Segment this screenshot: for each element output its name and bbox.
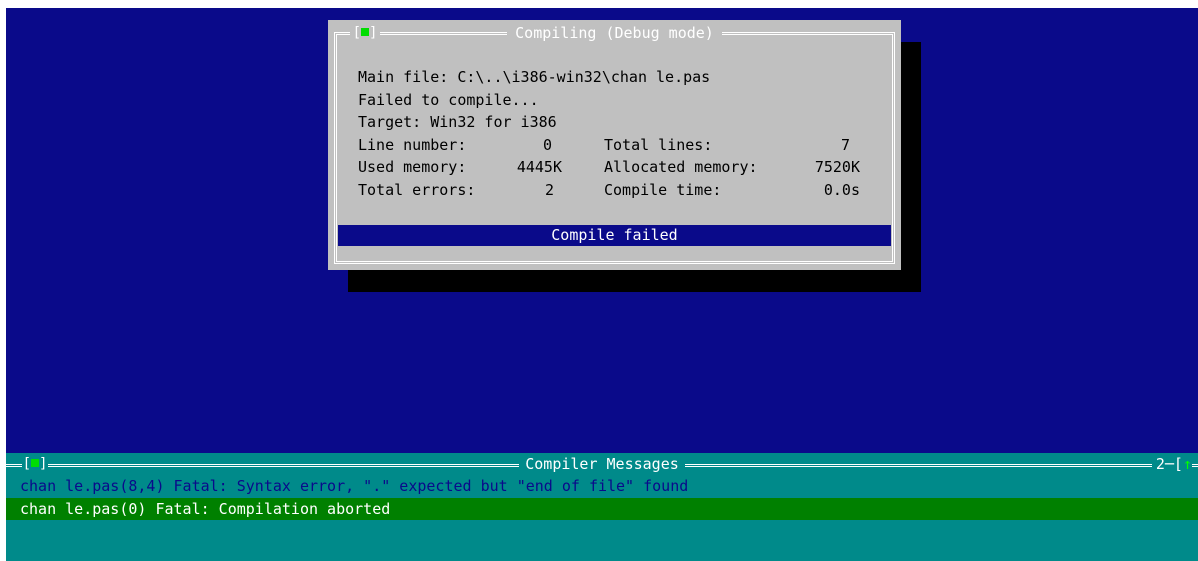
line-stats-row: Line number: 0 Total lines: 7 [358, 134, 868, 157]
panel-title: Compiler Messages [6, 453, 1198, 475]
dialog-close-button[interactable]: [] [350, 24, 380, 42]
used-memory-label: Used memory: [358, 158, 467, 176]
close-icon [31, 459, 39, 467]
compile-time-value: 0.0s [823, 180, 860, 199]
compiler-messages-panel[interactable]: Compiler Messages [] 2─[↑ chan le.pas(8,… [6, 453, 1198, 561]
main-file-line: Main file: C:\..\i386-win32\chan le.pas [358, 68, 711, 86]
allocated-memory-label: Allocated memory: [604, 158, 758, 176]
allocated-memory-value: 7520K [814, 158, 860, 176]
compiling-dialog: Compiling (Debug mode) [] Main file: C:\… [328, 20, 901, 270]
message-line[interactable]: chan le.pas(8,4) Fatal: Syntax error, ".… [6, 475, 1198, 497]
dialog-title: Compiling (Debug mode) [328, 23, 901, 43]
total-errors-label: Total errors: [358, 180, 476, 199]
compile-info: Main file: C:\..\i386-win32\chan le.pas … [358, 66, 868, 201]
used-memory-value: 4445K [516, 158, 562, 176]
scroll-up-icon[interactable]: ↑ [1183, 455, 1192, 473]
total-lines-label: Total lines: [604, 135, 713, 154]
compile-result-bar: Compile failed [338, 225, 891, 246]
status-line: Failed to compile... [358, 90, 539, 109]
panel-close-button[interactable]: [] [22, 455, 48, 473]
compile-time-label: Compile time: [604, 180, 722, 199]
total-errors-value: 2 [544, 180, 554, 199]
message-line-selected[interactable]: chan le.pas(0) Fatal: Compilation aborte… [6, 498, 1198, 520]
window-number: 2─[↑ [1151, 455, 1192, 473]
target-line: Target: Win32 for i386 [358, 113, 557, 131]
line-number-label: Line number: [358, 135, 467, 154]
memory-stats-row: Used memory: 4445K Allocated memory: 752… [358, 156, 868, 179]
total-lines-value: 7 [840, 135, 850, 154]
close-icon [361, 28, 369, 36]
line-number-value: 0 [542, 135, 552, 154]
error-stats-row: Total errors: 2 Compile time: 0.0s [358, 179, 868, 202]
